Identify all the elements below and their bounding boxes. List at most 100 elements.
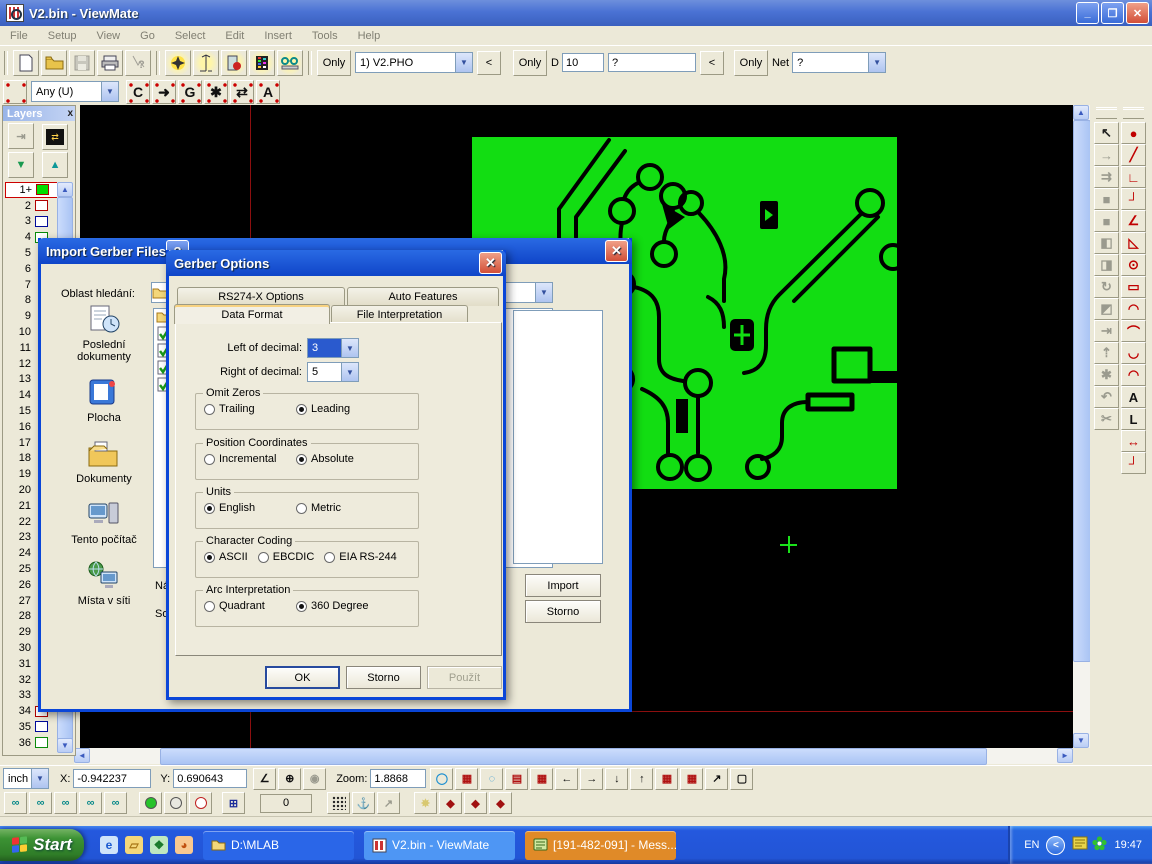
toolbar-grip[interactable] xyxy=(1123,107,1144,119)
horizontal-scrollbar[interactable]: ◄ ► xyxy=(74,748,1073,764)
layer-table-icon[interactable]: ⇄ xyxy=(42,124,68,150)
layer-color-swatch[interactable] xyxy=(35,721,48,732)
chevron-down-icon[interactable]: ▼ xyxy=(341,339,358,357)
fill-rect-icon[interactable]: ■ xyxy=(1094,188,1119,210)
zoom-window-icon[interactable]: ◌ xyxy=(480,768,503,790)
toolbar-grip[interactable] xyxy=(1096,107,1117,119)
only-net-button[interactable]: Only xyxy=(734,50,768,76)
draw-label-icon[interactable]: L xyxy=(1121,408,1146,430)
dock-layer-icon[interactable]: ⇥ xyxy=(8,123,34,149)
menu-tools[interactable]: Tools xyxy=(302,28,348,44)
scroll-right-icon[interactable]: ► xyxy=(1057,748,1073,763)
radio-eia-rs-244[interactable]: EIA RS-244 xyxy=(324,551,396,563)
pan-down-icon[interactable]: ↓ xyxy=(605,768,628,790)
select-swap-tool[interactable]: ⇄ xyxy=(230,80,254,104)
draw-corner-icon[interactable]: ┘ xyxy=(1121,188,1146,210)
pan-left-icon[interactable]: ← xyxy=(555,768,578,790)
view-highlight-5-icon[interactable]: ∞ xyxy=(104,792,127,814)
radio-icon[interactable] xyxy=(204,601,215,612)
tab-auto-features[interactable]: Auto Features xyxy=(347,287,499,306)
mirror-vertical-icon[interactable]: ◨ xyxy=(1094,254,1119,276)
draw-triangle-icon[interactable]: ◺ xyxy=(1121,232,1146,254)
menu-view[interactable]: View xyxy=(86,28,130,44)
scale-icon[interactable]: ◩ xyxy=(1094,298,1119,320)
radio-icon[interactable] xyxy=(204,552,215,563)
draw-arc-chord-icon[interactable]: ◠ xyxy=(1121,298,1146,320)
pad-grid-move-icon[interactable]: ▦ xyxy=(680,768,703,790)
gerber-dialog-titlebar[interactable]: Gerber Options ✕ xyxy=(166,250,506,276)
pad-diamond-s-icon[interactable]: ◆ xyxy=(464,792,487,814)
close-button[interactable]: ✕ xyxy=(1126,2,1149,24)
menu-edit[interactable]: Edit xyxy=(215,28,254,44)
save-file-icon[interactable] xyxy=(69,50,95,76)
radio-quadrant[interactable]: Quadrant xyxy=(204,600,296,612)
only-dcode-button[interactable]: Only xyxy=(513,50,547,76)
scrollbar-thumb[interactable] xyxy=(1073,120,1091,662)
selected-files-list[interactable] xyxy=(513,310,603,564)
move-layer-up-icon[interactable]: ▲ xyxy=(42,152,68,178)
dialog-close-button[interactable]: ✕ xyxy=(479,252,502,274)
draw-line-icon[interactable]: ╱ xyxy=(1121,144,1146,166)
transform-settings-icon[interactable]: ✱ xyxy=(1094,364,1119,386)
dcode-input[interactable]: 10 xyxy=(562,53,604,72)
layer-color-swatch[interactable] xyxy=(35,737,48,748)
gerber-cancel-button[interactable]: Storno xyxy=(346,666,421,689)
dialog-close-button[interactable]: ✕ xyxy=(605,240,628,262)
radio-absolute[interactable]: Absolute xyxy=(296,453,388,465)
view-highlight-2-icon[interactable]: ∞ xyxy=(29,792,52,814)
select-cursor-icon[interactable]: ↖ xyxy=(1094,122,1119,144)
snip-icon[interactable]: ✂ xyxy=(1094,408,1119,430)
radio-icon[interactable] xyxy=(204,503,215,514)
probe-point-icon[interactable]: ◉ xyxy=(303,768,326,790)
menu-go[interactable]: Go xyxy=(130,28,165,44)
radio-ebcdic[interactable]: EBCDIC xyxy=(258,551,315,563)
glasses-ruler-icon[interactable] xyxy=(277,50,303,76)
select-gerber-tool[interactable]: G xyxy=(178,80,202,104)
radio-leading[interactable]: Leading xyxy=(296,403,388,415)
pad-diamond-3-icon[interactable]: ◆ xyxy=(489,792,512,814)
menu-select[interactable]: Select xyxy=(165,28,216,44)
step-repeat-icon[interactable]: ⇡ xyxy=(1094,342,1119,364)
right-of-decimal-combo[interactable]: 5 ▼ xyxy=(307,362,359,382)
zoom-grid-icon[interactable]: ▦ xyxy=(455,768,478,790)
taskbar-task-1[interactable]: V2.bin - ViewMate xyxy=(364,831,515,860)
dcode-query-input[interactable]: ? xyxy=(608,53,696,72)
chevron-down-icon[interactable]: ▼ xyxy=(341,363,358,381)
layer-ref-bulb-icon[interactable] xyxy=(189,792,212,814)
radio-metric[interactable]: Metric xyxy=(296,502,388,514)
draw-arc-tangent-icon[interactable]: ◠ xyxy=(1121,364,1146,386)
pan-right-icon[interactable]: → xyxy=(580,768,603,790)
icq-flower-tray-icon[interactable] xyxy=(1092,836,1107,854)
folder-shortcut-icon[interactable]: ▱ xyxy=(125,836,143,854)
undo-icon[interactable]: ↶ xyxy=(1094,386,1119,408)
view-highlight-4-icon[interactable]: ∞ xyxy=(79,792,102,814)
layers-panel-titlebar[interactable]: Layers x xyxy=(3,106,75,121)
minimize-button[interactable]: _ xyxy=(1076,2,1099,24)
menu-file[interactable]: File xyxy=(0,28,38,44)
counter-field[interactable]: 0 xyxy=(260,794,312,813)
radio-icon[interactable] xyxy=(296,601,307,612)
draw-circle-icon[interactable]: ⊙ xyxy=(1121,254,1146,276)
select-circle-tool[interactable]: C xyxy=(126,80,150,104)
context-help-icon[interactable]: ? xyxy=(125,50,151,76)
only-layer-button[interactable]: Only xyxy=(317,50,351,76)
reader-icon[interactable]: ❖ xyxy=(150,836,168,854)
active-layer-combo[interactable]: 1) V2.PHO ▼ xyxy=(355,52,473,73)
import-button[interactable]: Import xyxy=(525,574,601,597)
draw-rectangle-icon[interactable]: ▭ xyxy=(1121,276,1146,298)
move-to-layer-icon[interactable]: ⇥ xyxy=(1094,320,1119,342)
tray-collapse-icon[interactable]: < xyxy=(1046,836,1065,855)
radio-incremental[interactable]: Incremental xyxy=(204,453,296,465)
pan-up-icon[interactable]: ↑ xyxy=(630,768,653,790)
taskbar-task-0[interactable]: D:\MLAB xyxy=(203,831,354,860)
units-combo[interactable]: inch ▼ xyxy=(3,768,49,789)
chevron-down-icon[interactable]: ▼ xyxy=(31,769,48,788)
tab-data-format[interactable]: Data Format xyxy=(174,304,330,324)
place-item[interactable]: Tento počítač xyxy=(57,499,151,546)
draw-arc-icon[interactable]: ⌒ xyxy=(1121,320,1146,342)
selection-marquee-icon[interactable] xyxy=(3,80,27,104)
radio-icon[interactable] xyxy=(296,503,307,514)
layer-off-bulb-icon[interactable] xyxy=(164,792,187,814)
rotate-icon[interactable]: ↻ xyxy=(1094,276,1119,298)
chevron-down-icon[interactable]: ▼ xyxy=(101,82,118,101)
